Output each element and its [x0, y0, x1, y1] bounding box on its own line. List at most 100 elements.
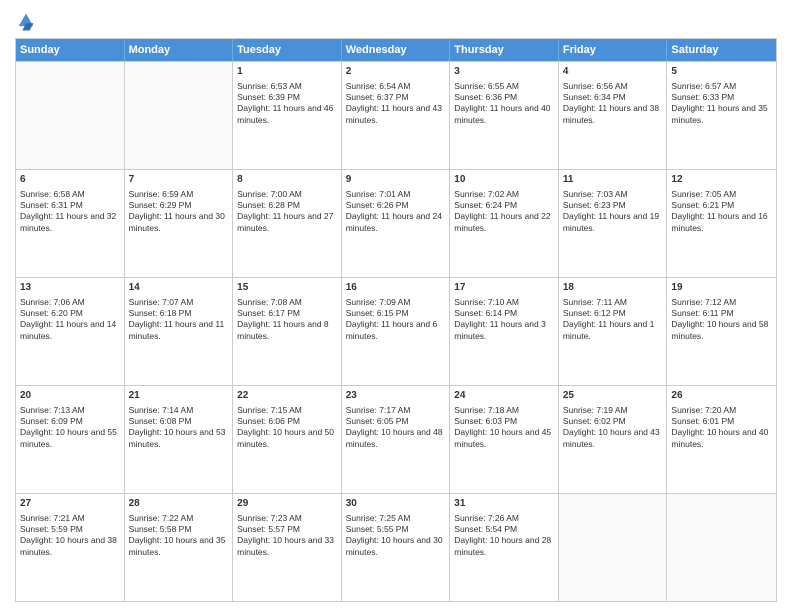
day-info: Sunrise: 6:58 AM Sunset: 6:31 PM Dayligh… — [20, 189, 120, 235]
day-info: Sunrise: 7:01 AM Sunset: 6:26 PM Dayligh… — [346, 189, 446, 235]
day-number: 31 — [454, 497, 554, 511]
cal-cell: 25Sunrise: 7:19 AM Sunset: 6:02 PM Dayli… — [559, 386, 668, 493]
day-number: 28 — [129, 497, 229, 511]
cal-cell: 15Sunrise: 7:08 AM Sunset: 6:17 PM Dayli… — [233, 278, 342, 385]
cal-cell: 1 Sunrise: 6:53 AM Sunset: 6:39 PM Daylig… — [233, 62, 342, 169]
cal-cell — [559, 494, 668, 601]
day-info: Sunrise: 7:06 AM Sunset: 6:20 PM Dayligh… — [20, 297, 120, 343]
day-info: Sunrise: 7:05 AM Sunset: 6:21 PM Dayligh… — [671, 189, 772, 235]
day-number: 27 — [20, 497, 120, 511]
cal-cell — [667, 494, 776, 601]
cal-cell — [16, 62, 125, 169]
day-info: Sunrise: 7:03 AM Sunset: 6:23 PM Dayligh… — [563, 189, 663, 235]
cal-cell: 7Sunrise: 6:59 AM Sunset: 6:29 PM Daylig… — [125, 170, 234, 277]
cal-cell: 21 Sunrise: 7:14 AM Sunset: 6:08 PM Dayli… — [125, 386, 234, 493]
page: SundayMondayTuesdayWednesdayThursdayFrid… — [0, 0, 792, 612]
cal-cell: 8 Sunrise: 7:00 AM Sunset: 6:28 PM Daylig… — [233, 170, 342, 277]
cal-cell: 31 Sunrise: 7:26 AM Sunset: 5:54 PM Dayli… — [450, 494, 559, 601]
cal-cell: 13Sunrise: 7:06 AM Sunset: 6:20 PM Dayli… — [16, 278, 125, 385]
day-header-wednesday: Wednesday — [342, 39, 451, 61]
day-number: 26 — [671, 389, 772, 403]
day-number: 10 — [454, 173, 554, 187]
day-number: 17 — [454, 281, 554, 295]
day-info: Sunrise: 7:13 AM Sunset: 6:09 PM Dayligh… — [20, 405, 120, 451]
cal-cell: 6 Sunrise: 6:58 AM Sunset: 6:31 PM Daylig… — [16, 170, 125, 277]
day-number: 12 — [671, 173, 772, 187]
cal-cell: 23 Sunrise: 7:17 AM Sunset: 6:05 PM Dayli… — [342, 386, 451, 493]
day-info: Sunrise: 6:56 AM Sunset: 6:34 PM Dayligh… — [563, 81, 663, 127]
cal-cell: 22 Sunrise: 7:15 AM Sunset: 6:06 PM Dayli… — [233, 386, 342, 493]
week-row-1: 1 Sunrise: 6:53 AM Sunset: 6:39 PM Daylig… — [16, 61, 776, 169]
day-info: Sunrise: 7:11 AM Sunset: 6:12 PM Dayligh… — [563, 297, 663, 343]
day-number: 18 — [563, 281, 663, 295]
cal-cell: 26 Sunrise: 7:20 AM Sunset: 6:01 PM Dayli… — [667, 386, 776, 493]
cal-cell: 12 Sunrise: 7:05 AM Sunset: 6:21 PM Dayli… — [667, 170, 776, 277]
day-header-sunday: Sunday — [16, 39, 125, 61]
day-info: Sunrise: 7:23 AM Sunset: 5:57 PM Dayligh… — [237, 513, 337, 559]
day-number: 20 — [20, 389, 120, 403]
day-number: 30 — [346, 497, 446, 511]
day-number: 5 — [671, 65, 772, 79]
day-info: Sunrise: 6:53 AM Sunset: 6:39 PM Dayligh… — [237, 81, 337, 127]
cal-cell: 29 Sunrise: 7:23 AM Sunset: 5:57 PM Dayli… — [233, 494, 342, 601]
day-number: 4 — [563, 65, 663, 79]
cal-cell: 14Sunrise: 7:07 AM Sunset: 6:18 PM Dayli… — [125, 278, 234, 385]
day-number: 6 — [20, 173, 120, 187]
day-header-monday: Monday — [125, 39, 234, 61]
day-number: 2 — [346, 65, 446, 79]
cal-cell: 9 Sunrise: 7:01 AM Sunset: 6:26 PM Daylig… — [342, 170, 451, 277]
cal-cell: 4 Sunrise: 6:56 AM Sunset: 6:34 PM Daylig… — [559, 62, 668, 169]
day-header-thursday: Thursday — [450, 39, 559, 61]
calendar-body: 1 Sunrise: 6:53 AM Sunset: 6:39 PM Daylig… — [16, 61, 776, 601]
day-info: Sunrise: 7:18 AM Sunset: 6:03 PM Dayligh… — [454, 405, 554, 451]
day-info: Sunrise: 7:22 AM Sunset: 5:58 PM Dayligh… — [129, 513, 229, 559]
day-number: 7 — [129, 173, 229, 187]
day-info: Sunrise: 7:21 AM Sunset: 5:59 PM Dayligh… — [20, 513, 120, 559]
cal-cell: 16Sunrise: 7:09 AM Sunset: 6:15 PM Dayli… — [342, 278, 451, 385]
cal-cell: 18 Sunrise: 7:11 AM Sunset: 6:12 PM Dayli… — [559, 278, 668, 385]
cal-cell: 30 Sunrise: 7:25 AM Sunset: 5:55 PM Dayli… — [342, 494, 451, 601]
cal-cell: 24Sunrise: 7:18 AM Sunset: 6:03 PM Dayli… — [450, 386, 559, 493]
day-number: 3 — [454, 65, 554, 79]
day-info: Sunrise: 7:26 AM Sunset: 5:54 PM Dayligh… — [454, 513, 554, 559]
cal-cell — [125, 62, 234, 169]
day-number: 29 — [237, 497, 337, 511]
week-row-5: 27 Sunrise: 7:21 AM Sunset: 5:59 PM Dayli… — [16, 493, 776, 601]
cal-cell: 10Sunrise: 7:02 AM Sunset: 6:24 PM Dayli… — [450, 170, 559, 277]
cal-cell: 17 Sunrise: 7:10 AM Sunset: 6:14 PM Dayli… — [450, 278, 559, 385]
calendar-header-row: SundayMondayTuesdayWednesdayThursdayFrid… — [16, 39, 776, 61]
day-number: 9 — [346, 173, 446, 187]
day-info: Sunrise: 7:09 AM Sunset: 6:15 PM Dayligh… — [346, 297, 446, 343]
day-info: Sunrise: 6:55 AM Sunset: 6:36 PM Dayligh… — [454, 81, 554, 127]
day-number: 22 — [237, 389, 337, 403]
cal-cell: 5 Sunrise: 6:57 AM Sunset: 6:33 PM Daylig… — [667, 62, 776, 169]
day-number: 19 — [671, 281, 772, 295]
day-number: 21 — [129, 389, 229, 403]
cal-cell: 2 Sunrise: 6:54 AM Sunset: 6:37 PM Daylig… — [342, 62, 451, 169]
day-info: Sunrise: 7:25 AM Sunset: 5:55 PM Dayligh… — [346, 513, 446, 559]
day-info: Sunrise: 7:00 AM Sunset: 6:28 PM Dayligh… — [237, 189, 337, 235]
logo-icon — [15, 10, 37, 32]
week-row-3: 13Sunrise: 7:06 AM Sunset: 6:20 PM Dayli… — [16, 277, 776, 385]
day-number: 23 — [346, 389, 446, 403]
day-info: Sunrise: 7:14 AM Sunset: 6:08 PM Dayligh… — [129, 405, 229, 451]
day-number: 1 — [237, 65, 337, 79]
week-row-4: 20 Sunrise: 7:13 AM Sunset: 6:09 PM Dayli… — [16, 385, 776, 493]
day-info: Sunrise: 6:54 AM Sunset: 6:37 PM Dayligh… — [346, 81, 446, 127]
day-number: 8 — [237, 173, 337, 187]
day-info: Sunrise: 7:08 AM Sunset: 6:17 PM Dayligh… — [237, 297, 337, 343]
week-row-2: 6 Sunrise: 6:58 AM Sunset: 6:31 PM Daylig… — [16, 169, 776, 277]
day-header-friday: Friday — [559, 39, 668, 61]
cal-cell: 11 Sunrise: 7:03 AM Sunset: 6:23 PM Dayli… — [559, 170, 668, 277]
day-number: 11 — [563, 173, 663, 187]
day-info: Sunrise: 7:20 AM Sunset: 6:01 PM Dayligh… — [671, 405, 772, 451]
day-info: Sunrise: 7:15 AM Sunset: 6:06 PM Dayligh… — [237, 405, 337, 451]
cal-cell: 20 Sunrise: 7:13 AM Sunset: 6:09 PM Dayli… — [16, 386, 125, 493]
day-header-tuesday: Tuesday — [233, 39, 342, 61]
day-info: Sunrise: 7:10 AM Sunset: 6:14 PM Dayligh… — [454, 297, 554, 343]
day-info: Sunrise: 6:57 AM Sunset: 6:33 PM Dayligh… — [671, 81, 772, 127]
day-header-saturday: Saturday — [667, 39, 776, 61]
day-info: Sunrise: 7:07 AM Sunset: 6:18 PM Dayligh… — [129, 297, 229, 343]
day-info: Sunrise: 7:17 AM Sunset: 6:05 PM Dayligh… — [346, 405, 446, 451]
cal-cell: 28 Sunrise: 7:22 AM Sunset: 5:58 PM Dayli… — [125, 494, 234, 601]
